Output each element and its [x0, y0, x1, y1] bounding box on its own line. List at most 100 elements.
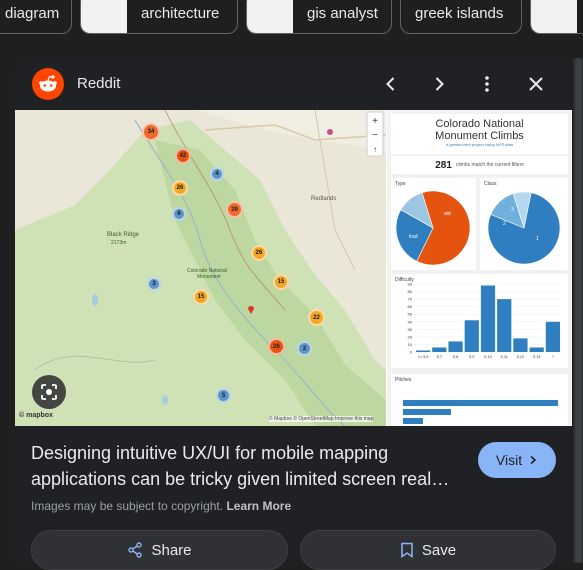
- chip-label: greek islands: [415, 4, 504, 22]
- y-tick-label: 10: [408, 342, 413, 347]
- chip-greek-islands[interactable]: greek islands: [400, 0, 522, 34]
- difficulty-bar: [416, 350, 431, 352]
- map-cluster[interactable]: 15: [193, 289, 209, 305]
- difficulty-bar: [448, 341, 463, 352]
- map-label-black-ridge: Black Ridge: [107, 232, 140, 238]
- map-cluster[interactable]: 15: [273, 274, 289, 290]
- x-tick-label: 5.7: [437, 355, 442, 359]
- difficulty-bar: [464, 320, 479, 352]
- difficulty-chart-card: Difficulty 90 80 70 60 50 40 30 20 10 0 <= 5.6 5.7 5…: [391, 274, 568, 368]
- y-tick-label: 80: [408, 289, 413, 294]
- chip-gis-analyst[interactable]: gis analyst: [246, 0, 392, 34]
- preview-image[interactable]: + − ↑ Black Ridge 2173m Colorado Nationa…: [15, 110, 572, 426]
- chip-partial[interactable]: [530, 0, 583, 34]
- x-tick-label: 5.8: [453, 355, 458, 359]
- visit-button[interactable]: Visit: [478, 442, 556, 478]
- difficulty-bar-chart: 90 80 70 60 50 40 30 20 10 0 <= 5.6 5.7 5.8 5.9 5.10 5.…: [408, 282, 561, 359]
- pie-label-1: 1: [536, 236, 539, 242]
- count-card: 281 climbs match the current filters: [391, 156, 568, 174]
- save-button[interactable]: Save: [300, 530, 556, 570]
- map-cluster[interactable]: 26: [172, 180, 188, 196]
- pitches-chart-label: Pitches: [395, 377, 412, 383]
- class-pie-chart: [487, 191, 561, 265]
- map-cluster[interactable]: 42: [175, 148, 191, 164]
- x-tick-label: <= 5.6: [418, 355, 429, 359]
- map-cluster[interactable]: 5: [216, 388, 231, 403]
- map-cluster[interactable]: 39: [226, 201, 243, 218]
- climb-count: 281: [435, 159, 452, 171]
- difficulty-bar: [432, 347, 447, 352]
- pie-label-aid: aid: [444, 211, 451, 217]
- chevron-left-icon[interactable]: [377, 70, 405, 98]
- map-cluster[interactable]: 34: [142, 123, 160, 141]
- type-chart-card: Type aid trad: [391, 178, 476, 270]
- chip-label: gis analyst: [307, 4, 378, 22]
- site-name[interactable]: Reddit: [77, 75, 120, 92]
- dashboard-title-card: Colorado National Monument Climbs a geod…: [391, 114, 568, 154]
- map-cluster[interactable]: 2: [297, 341, 312, 356]
- learn-more-link[interactable]: Learn More: [226, 499, 291, 513]
- dashboard-title-2: Monument Climbs: [435, 130, 524, 142]
- chevron-right-icon: [530, 455, 537, 465]
- map-cluster[interactable]: 22: [308, 309, 325, 326]
- y-tick-label: 20: [408, 334, 413, 339]
- reddit-logo-icon: [32, 68, 64, 100]
- dashboard-subtitle: a geodev.tech project using NPS data: [446, 142, 513, 147]
- map-cluster[interactable]: 3: [147, 277, 161, 291]
- map-label-monument-2: Monument: [197, 274, 221, 280]
- difficulty-bar: [529, 347, 544, 352]
- chip-thumbnail: [531, 0, 577, 33]
- svg-text:−: −: [372, 130, 378, 141]
- difficulty-bar: [513, 338, 528, 352]
- x-tick-label: ?: [552, 355, 554, 359]
- map-label-redlands: Redlands: [311, 196, 337, 202]
- more-vert-icon[interactable]: [473, 70, 501, 98]
- related-searches-bar: diagram architecture gis analyst greek i…: [0, 0, 583, 40]
- svg-text:↑: ↑: [373, 145, 377, 154]
- x-tick-label: 5.9: [469, 355, 474, 359]
- visit-label: Visit: [495, 452, 523, 468]
- pitches-bar: [403, 400, 558, 406]
- map-attribution[interactable]: © Mapbox © OpenStreetMap Improve this ma…: [269, 416, 374, 422]
- pitches-chart-card: Pitches: [391, 374, 568, 426]
- map-cluster[interactable]: 26: [251, 245, 267, 261]
- scrollbar[interactable]: [573, 58, 583, 563]
- scrollbar-thumb[interactable]: [575, 58, 582, 563]
- lens-icon[interactable]: [32, 375, 66, 409]
- chip-label: diagram: [5, 4, 60, 22]
- y-tick-label: 60: [408, 304, 413, 309]
- y-tick-label: 50: [408, 312, 413, 317]
- result-title[interactable]: Designing intuitive UX/UI for mobile map…: [31, 440, 461, 492]
- pie-label-3: 3: [511, 207, 514, 213]
- mapbox-logo[interactable]: © mapbox: [19, 412, 53, 419]
- y-tick-label: 40: [408, 319, 413, 324]
- map-cluster[interactable]: 6: [172, 207, 186, 221]
- share-button[interactable]: Share: [31, 530, 288, 570]
- chip-diagram[interactable]: diagram: [0, 0, 72, 34]
- difficulty-bar: [497, 299, 512, 352]
- y-tick-label: 30: [408, 327, 413, 332]
- close-icon[interactable]: [522, 70, 550, 98]
- copyright-text: Images may be subject to copyright.: [31, 499, 224, 513]
- x-tick-label: 5.12: [517, 355, 524, 359]
- difficulty-bar: [480, 285, 496, 352]
- type-pie-chart: [395, 190, 471, 266]
- svg-text:+: +: [372, 116, 378, 127]
- share-icon: [128, 542, 143, 558]
- chip-architecture[interactable]: architecture: [80, 0, 238, 34]
- y-tick-label: 0: [410, 350, 413, 355]
- share-label: Share: [151, 541, 192, 559]
- y-tick-label: 90: [408, 282, 413, 287]
- x-tick-label: 5.11: [501, 355, 508, 359]
- x-tick-label: 5.10: [484, 355, 491, 359]
- pitches-bar: [403, 418, 423, 424]
- x-tick-label: 5.13: [533, 355, 540, 359]
- save-label: Save: [421, 541, 457, 559]
- preview-header: Reddit: [15, 60, 571, 108]
- map-cluster[interactable]: 26: [268, 338, 285, 355]
- chip-label: architecture: [141, 4, 220, 22]
- chip-thumbnail: [247, 0, 293, 33]
- map-view[interactable]: + − ↑ Black Ridge 2173m Colorado Nationa…: [15, 110, 386, 426]
- map-cluster[interactable]: 4: [210, 167, 224, 181]
- chevron-right-icon[interactable]: [425, 70, 453, 98]
